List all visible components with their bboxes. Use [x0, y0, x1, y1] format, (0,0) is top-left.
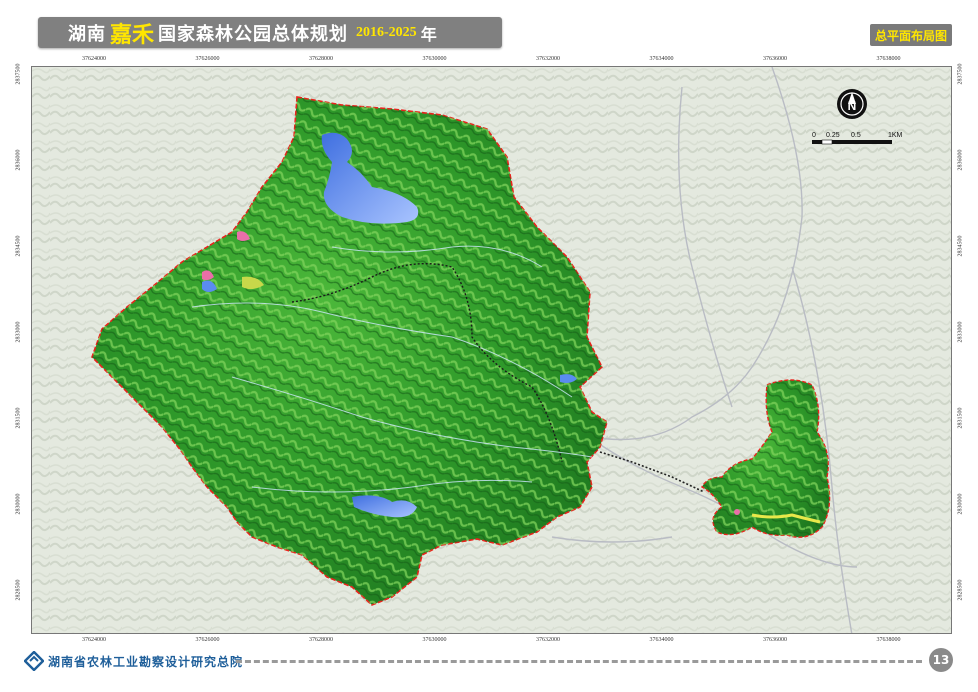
map-canvas: N 0 0.25 0.5 1KM [32, 67, 951, 633]
scale-bar [812, 139, 892, 145]
x-tick-bottom: 37634000 [649, 637, 674, 643]
scale-label-0: 0 [812, 132, 816, 139]
y-tick-right: 2831500 [957, 407, 964, 429]
y-tick-left: 2831500 [15, 407, 22, 429]
y-tick-left: 2837500 [15, 63, 22, 85]
x-tick-bottom: 37632000 [536, 637, 560, 643]
y-tick-left: 2830000 [15, 493, 22, 515]
page-number: 13 [929, 648, 953, 672]
x-tick-top: 37634000 [649, 56, 674, 62]
north-letter: N [848, 99, 857, 113]
x-tick-bottom: 37626000 [195, 637, 220, 643]
institute-name: 湖南省农林工业勘察设计研究总院 [48, 655, 244, 669]
title-bar: 湖南 嘉禾 国家森林公园总体规划 2016-2025 年 [38, 17, 502, 48]
scale-label-1km: 1KM [888, 132, 903, 139]
map-label: 总平面布局图 [870, 24, 952, 46]
y-tick-left: 2836000 [15, 149, 22, 171]
scale-label-05: 0.5 [851, 132, 861, 139]
x-tick-top: 37624000 [82, 56, 106, 62]
institute-logo-icon [24, 651, 44, 671]
y-tick-right: 2834500 [957, 235, 964, 257]
scale-label-025: 0.25 [826, 132, 840, 139]
footer-divider [236, 660, 922, 663]
x-tick-top: 37638000 [876, 56, 901, 62]
x-tick-bottom: 37638000 [876, 637, 901, 643]
x-tick-bottom: 37624000 [82, 637, 106, 643]
x-tick-bottom: 37630000 [422, 637, 447, 643]
title-years: 2016-2025 [356, 24, 417, 40]
y-tick-left: 2833000 [15, 321, 22, 343]
y-tick-right: 2837500 [957, 63, 964, 85]
title-part3: 国家森林公园总体规划 [158, 23, 349, 45]
y-tick-right: 2833000 [957, 321, 964, 343]
x-tick-top: 37636000 [763, 56, 787, 62]
x-tick-bottom: 37628000 [309, 637, 333, 643]
title-park-name: 嘉禾 [110, 21, 155, 48]
x-tick-bottom: 37636000 [763, 637, 787, 643]
title-year-char: 年 [420, 24, 437, 44]
y-tick-right: 2828500 [957, 579, 964, 601]
x-tick-top: 37626000 [195, 56, 220, 62]
y-tick-left: 2834500 [15, 235, 22, 257]
map-frame[interactable]: N 0 0.25 0.5 1KM [31, 66, 952, 634]
y-tick-left: 2828500 [15, 579, 22, 601]
y-tick-right: 2836000 [957, 149, 964, 171]
title-part1: 湖南 [68, 23, 106, 45]
x-tick-top: 37628000 [309, 56, 333, 62]
y-tick-right: 2830000 [957, 493, 964, 515]
x-tick-top: 37630000 [422, 56, 447, 62]
x-tick-top: 37632000 [536, 56, 560, 62]
